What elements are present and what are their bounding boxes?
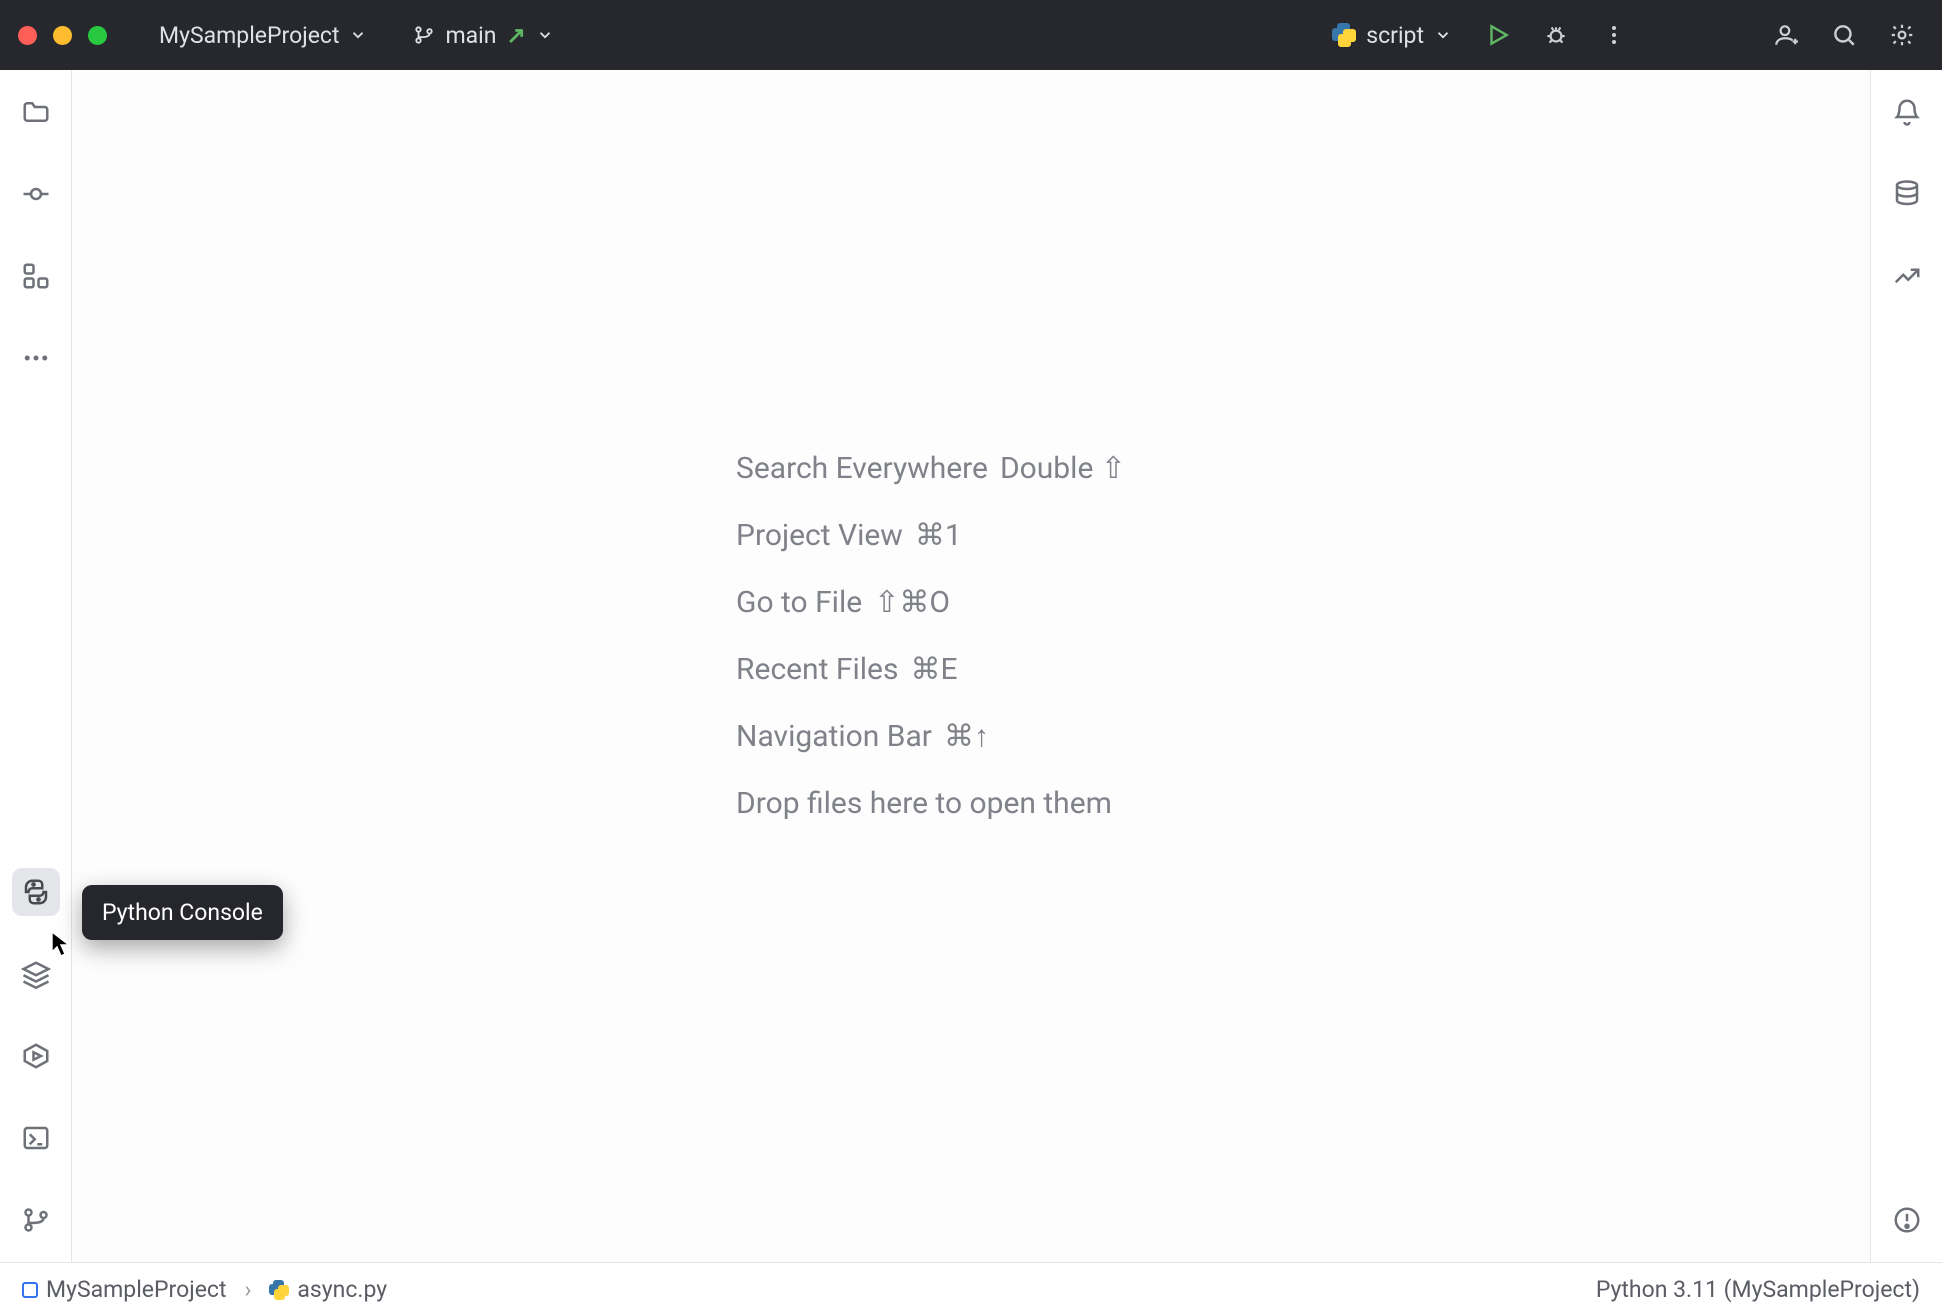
python-icon [21,877,51,907]
structure-tool-button[interactable] [12,252,60,300]
branch-selector[interactable]: main ↗ [403,16,563,55]
terminal-tool-button[interactable] [12,1114,60,1162]
tooltip-python-console: Python Console [82,885,283,940]
hint-label: Go to File [736,585,862,620]
hint-drop-files: Drop files here to open them [736,786,1126,821]
hint-shortcut: ⇧⌘O [874,585,950,620]
search-icon [1831,22,1857,48]
chevron-down-icon [536,26,554,44]
hint-label: Search Everywhere [736,451,988,486]
python-packages-tool-button[interactable] [12,950,60,998]
bug-icon [1543,22,1569,48]
interpreter-label: Python 3.11 (MySampleProject) [1596,1276,1920,1303]
play-icon [1485,22,1511,48]
commit-tool-button[interactable] [12,170,60,218]
chevron-down-icon [349,26,367,44]
window-controls [18,26,107,45]
hint-shortcut: ⌘E [910,652,957,687]
branch-name-label: main [445,22,496,49]
branch-push-arrow-icon: ↗ [506,22,525,49]
project-name-label: MySampleProject [159,22,339,49]
layers-icon [21,959,51,989]
branch-icon [413,24,435,46]
breadcrumb-project-label: MySampleProject [46,1276,226,1303]
close-window-button[interactable] [18,26,37,45]
editor-hints: Search Everywhere Double ⇧ Project View … [736,451,1126,821]
commit-icon [21,179,51,209]
breadcrumb-file[interactable]: async.py [269,1276,387,1303]
project-tool-button[interactable] [12,88,60,136]
python-file-icon [269,1280,289,1300]
hint-shortcut: Double ⇧ [1000,451,1126,486]
hint-recent-files[interactable]: Recent Files ⌘E [736,652,1126,687]
folder-icon [21,97,51,127]
settings-button[interactable] [1880,13,1924,57]
run-config-label: script [1366,22,1424,49]
breadcrumb-project[interactable]: MySampleProject [22,1276,226,1303]
more-actions-button[interactable] [1592,13,1636,57]
kebab-icon [1602,23,1626,47]
python-console-tool-button[interactable] [12,868,60,916]
titlebar: MySampleProject main ↗ script [0,0,1942,70]
debug-button[interactable] [1534,13,1578,57]
terminal-icon [21,1123,51,1153]
tooltip-label: Python Console [102,899,263,926]
ellipsis-icon [21,343,51,373]
hint-shortcut: ⌘1 [915,518,962,553]
structure-icon [21,261,51,291]
interpreter-selector[interactable]: Python 3.11 (MySampleProject) [1596,1276,1920,1303]
hint-search-everywhere[interactable]: Search Everywhere Double ⇧ [736,451,1126,486]
breadcrumb-file-label: async.py [297,1276,387,1303]
warning-circle-icon [1892,1205,1922,1235]
more-tools-button[interactable] [12,334,60,382]
maximize-window-button[interactable] [88,26,107,45]
code-with-me-button[interactable] [1764,13,1808,57]
hint-label: Navigation Bar [736,719,932,754]
hint-label: Project View [736,518,903,553]
chart-icon [1892,261,1922,291]
hint-go-to-file[interactable]: Go to File ⇧⌘O [736,585,1126,620]
branch-icon [21,1205,51,1235]
database-tool-button[interactable] [1883,170,1931,218]
analytics-tool-button[interactable] [1883,252,1931,300]
left-tool-rail [0,70,72,1262]
git-tool-button[interactable] [12,1196,60,1244]
hint-navigation-bar[interactable]: Navigation Bar ⌘↑ [736,719,1126,754]
database-icon [1892,179,1922,209]
run-configuration-selector[interactable]: script [1322,16,1462,55]
minimize-window-button[interactable] [53,26,72,45]
editor-empty-state: Search Everywhere Double ⇧ Project View … [72,70,1870,1262]
run-button[interactable] [1476,13,1520,57]
person-add-icon [1773,22,1799,48]
hint-shortcut: ⌘↑ [944,719,989,754]
module-icon [22,1282,38,1298]
python-file-icon [1332,23,1356,47]
services-icon [21,1041,51,1071]
bell-icon [1892,97,1922,127]
chevron-right-icon: › [244,1276,251,1303]
statusbar: MySampleProject › async.py Python 3.11 (… [0,1262,1942,1316]
search-everywhere-button[interactable] [1822,13,1866,57]
gear-icon [1889,22,1915,48]
services-tool-button[interactable] [12,1032,60,1080]
problems-tool-button[interactable] [1883,1196,1931,1244]
hint-label: Drop files here to open them [736,786,1112,821]
notifications-tool-button[interactable] [1883,88,1931,136]
hint-label: Recent Files [736,652,898,687]
hint-project-view[interactable]: Project View ⌘1 [736,518,1126,553]
chevron-down-icon [1434,26,1452,44]
right-tool-rail [1870,70,1942,1262]
project-selector[interactable]: MySampleProject [149,16,377,55]
